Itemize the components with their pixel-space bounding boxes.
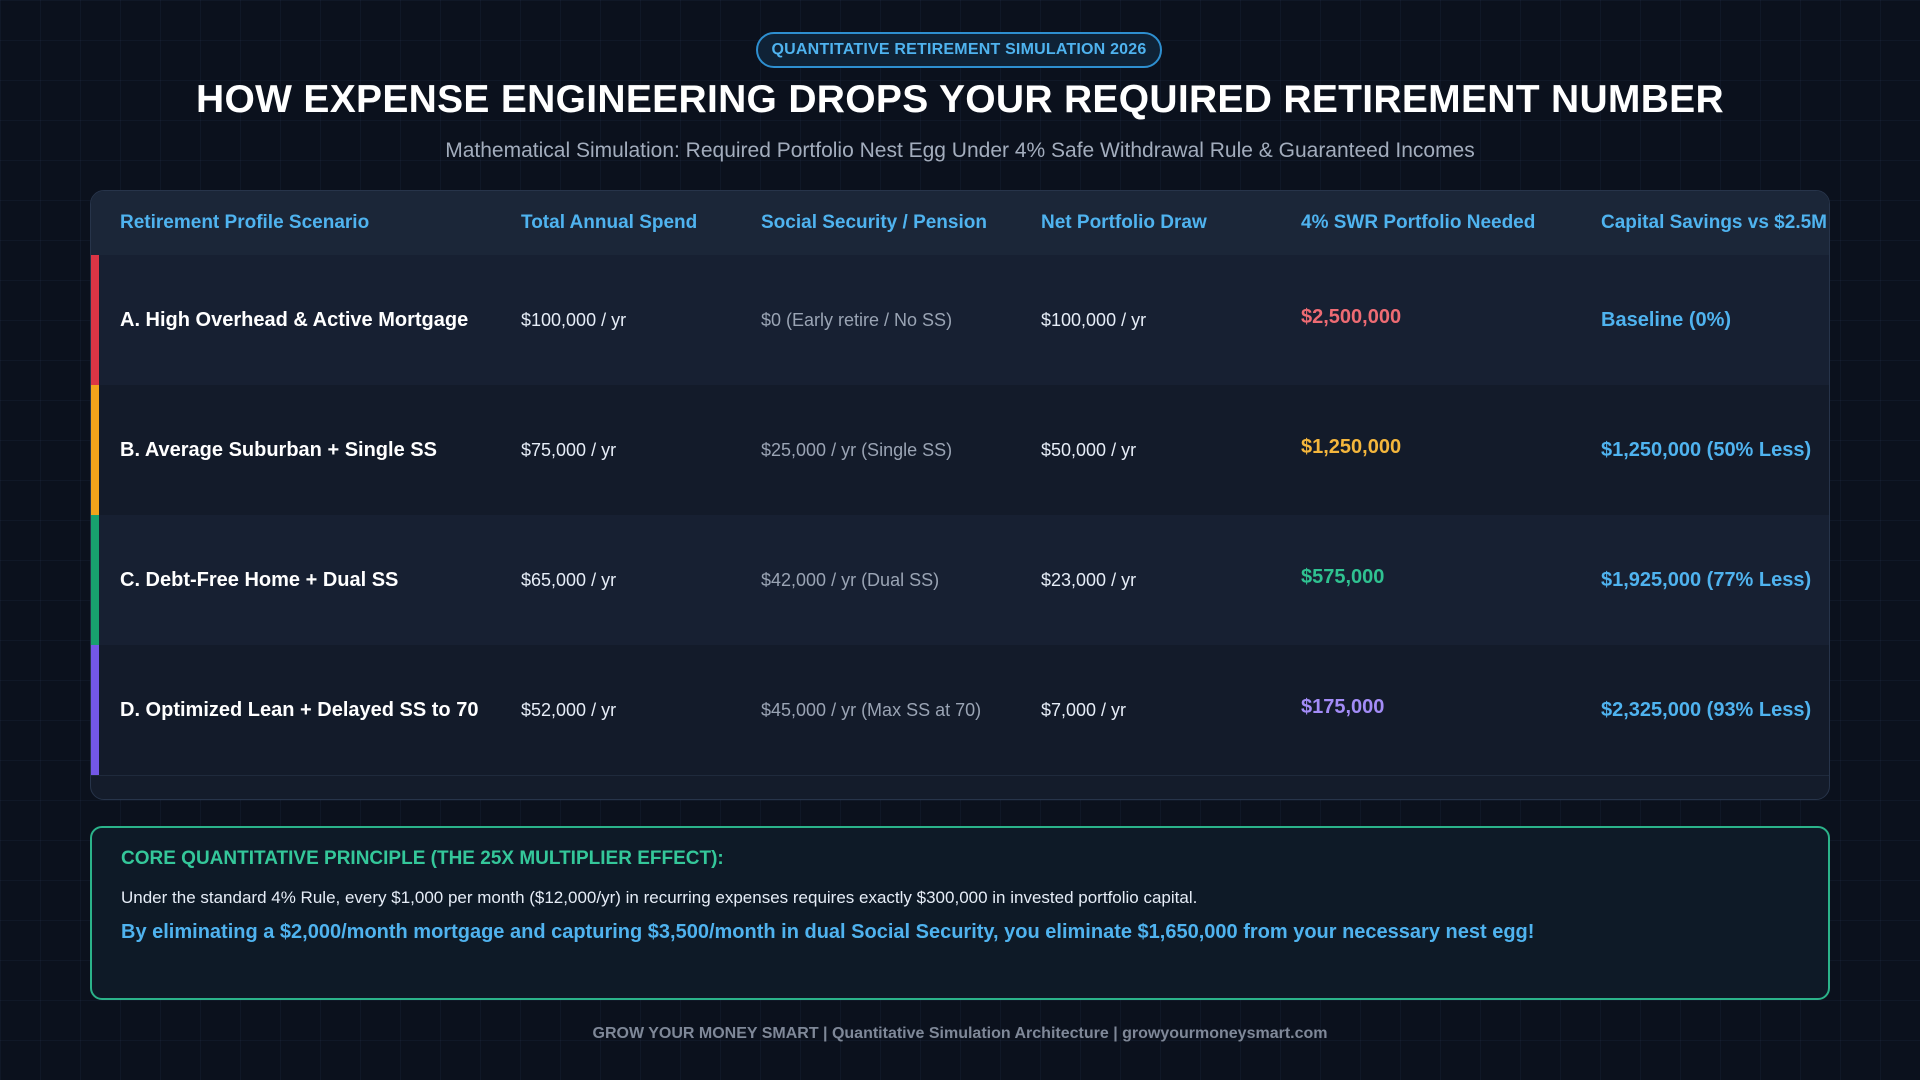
capital-savings-cell: Baseline (0%)	[1601, 308, 1732, 331]
row-accent-bar	[91, 515, 99, 645]
net-draw-cell: $50,000 / yr	[1041, 439, 1137, 460]
header-net-draw: Net Portfolio Draw	[1041, 212, 1207, 233]
scenario-cell: C. Debt-Free Home + Dual SS	[120, 568, 399, 591]
social-security-cell: $25,000 / yr (Single SS)	[761, 439, 953, 460]
scenario-cell: A. High Overhead & Active Mortgage	[120, 308, 469, 331]
spend-cell: $75,000 / yr	[521, 439, 617, 460]
header-capital-savings: Capital Savings vs $2.5M	[1601, 212, 1827, 233]
simulation-badge: QUANTITATIVE RETIREMENT SIMULATION 2026	[756, 32, 1162, 68]
principle-highlight: By eliminating a $2,000/month mortgage a…	[121, 921, 1535, 943]
portfolio-needed-cell: $2,500,000	[1301, 305, 1402, 328]
net-draw-cell: $100,000 / yr	[1041, 309, 1147, 330]
footer-credit: GROW YOUR MONEY SMART | Quantitative Sim…	[592, 1025, 1328, 1042]
net-draw-cell: $23,000 / yr	[1041, 569, 1137, 590]
spend-cell: $100,000 / yr	[521, 309, 627, 330]
portfolio-needed-cell: $575,000	[1301, 565, 1385, 588]
row-accent-bar	[91, 645, 99, 775]
scenario-table: Retirement Profile Scenario Total Annual…	[90, 190, 1830, 800]
row-accent-bar	[91, 385, 99, 515]
spend-cell: $65,000 / yr	[521, 569, 617, 590]
scenario-cell: D. Optimized Lean + Delayed SS to 70	[120, 698, 479, 721]
capital-savings-cell: $1,250,000 (50% Less)	[1601, 438, 1812, 461]
header-total-spend: Total Annual Spend	[521, 212, 698, 233]
table-row: B. Average Suburban + Single SS $75,000 …	[91, 385, 1829, 516]
scenario-cell: B. Average Suburban + Single SS	[120, 438, 437, 461]
social-security-cell: $45,000 / yr (Max SS at 70)	[761, 699, 982, 720]
capital-savings-cell: $1,925,000 (77% Less)	[1601, 568, 1812, 591]
table-row: C. Debt-Free Home + Dual SS $65,000 / yr…	[91, 515, 1829, 646]
table-row: A. High Overhead & Active Mortgage $100,…	[91, 255, 1829, 386]
social-security-cell: $42,000 / yr (Dual SS)	[761, 569, 940, 590]
table-row: D. Optimized Lean + Delayed SS to 70 $52…	[91, 645, 1829, 776]
principle-explanation: Under the standard 4% Rule, every $1,000…	[121, 888, 1198, 907]
header-social-security: Social Security / Pension	[761, 212, 987, 233]
net-draw-cell: $7,000 / yr	[1041, 699, 1127, 720]
header-portfolio-needed: 4% SWR Portfolio Needed	[1301, 212, 1536, 233]
row-accent-bar	[91, 255, 99, 385]
page-title: HOW EXPENSE ENGINEERING DROPS YOUR REQUI…	[196, 78, 1724, 121]
table-header: Retirement Profile Scenario Total Annual…	[91, 191, 1829, 256]
capital-savings-cell: $2,325,000 (93% Less)	[1601, 698, 1812, 721]
portfolio-needed-cell: $1,250,000	[1301, 435, 1402, 458]
header-scenario: Retirement Profile Scenario	[120, 212, 370, 233]
spend-cell: $52,000 / yr	[521, 699, 617, 720]
portfolio-needed-cell: $175,000	[1301, 695, 1385, 718]
principle-heading: CORE QUANTITATIVE PRINCIPLE (THE 25X MUL…	[121, 848, 724, 869]
social-security-cell: $0 (Early retire / No SS)	[761, 309, 953, 330]
page-subtitle: Mathematical Simulation: Required Portfo…	[445, 139, 1475, 162]
core-principle-box: CORE QUANTITATIVE PRINCIPLE (THE 25X MUL…	[90, 826, 1830, 1000]
